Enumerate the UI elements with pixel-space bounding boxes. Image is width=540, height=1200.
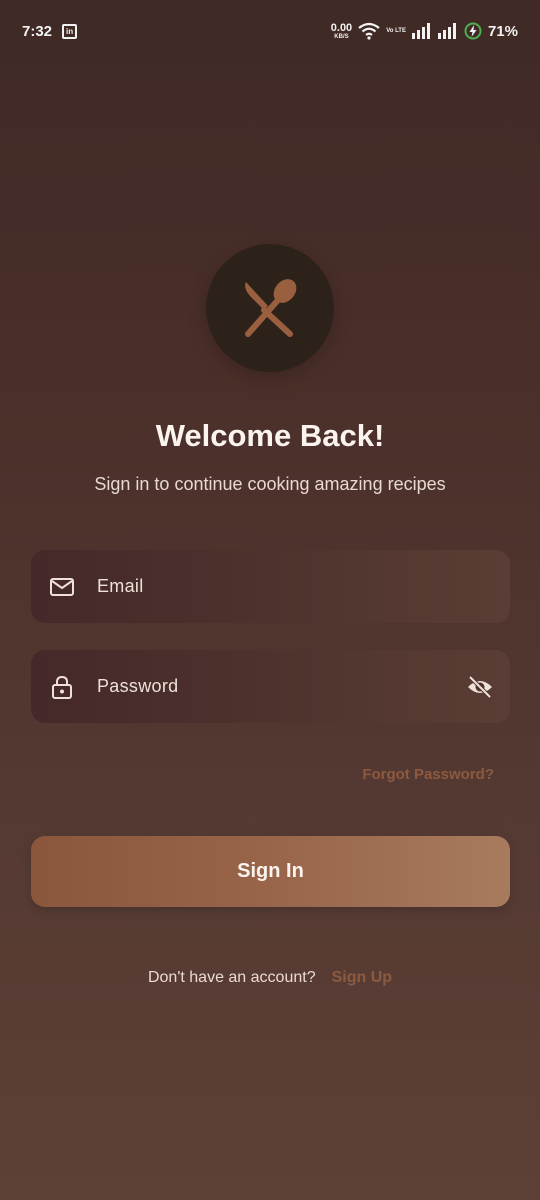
fork-spoon-icon: [245, 279, 297, 337]
battery-charging-icon: [464, 22, 482, 40]
password-field[interactable]: Password: [31, 650, 510, 723]
linkedin-icon: in: [62, 23, 78, 39]
eye-off-icon[interactable]: [466, 674, 494, 700]
lock-icon: [52, 675, 72, 699]
status-right: 0.00 KB/S Vo LTE 71%: [331, 22, 518, 40]
network-speed-unit: KB/S: [334, 33, 349, 40]
volte-label: Vo LTE: [386, 27, 406, 34]
sign-in-button-label: Sign In: [237, 860, 304, 882]
signal-icon: [411, 23, 430, 39]
status-time: 7:32: [22, 22, 53, 40]
app-logo: [206, 244, 334, 372]
sign-in-button[interactable]: Sign In: [31, 836, 510, 907]
battery-percent: 71%: [487, 22, 518, 40]
forgot-password-link[interactable]: Forgot Password?: [362, 766, 494, 783]
email-field-label: Email: [97, 576, 144, 596]
status-bar: 7:32 in 0.00 KB/S Vo LTE 71%: [0, 0, 540, 62]
wifi-icon: [358, 22, 380, 40]
sign-up-link[interactable]: Sign Up: [332, 969, 392, 986]
page-subtitle: Sign in to continue cooking amazing reci…: [94, 474, 446, 494]
network-speed: 0.00 KB/S: [330, 21, 353, 40]
password-field-label: Password: [97, 676, 179, 696]
network-speed-value: 0.00: [330, 21, 353, 34]
email-field[interactable]: Email: [31, 550, 510, 623]
signal-icon: [437, 23, 456, 39]
status-left: 7:32 in: [22, 22, 78, 40]
mail-icon: [50, 578, 74, 596]
signup-prompt: Don't have an account?: [147, 969, 316, 986]
signup-row: Don't have an account? Sign Up: [0, 969, 540, 987]
page-title: Welcome Back!: [155, 418, 385, 453]
